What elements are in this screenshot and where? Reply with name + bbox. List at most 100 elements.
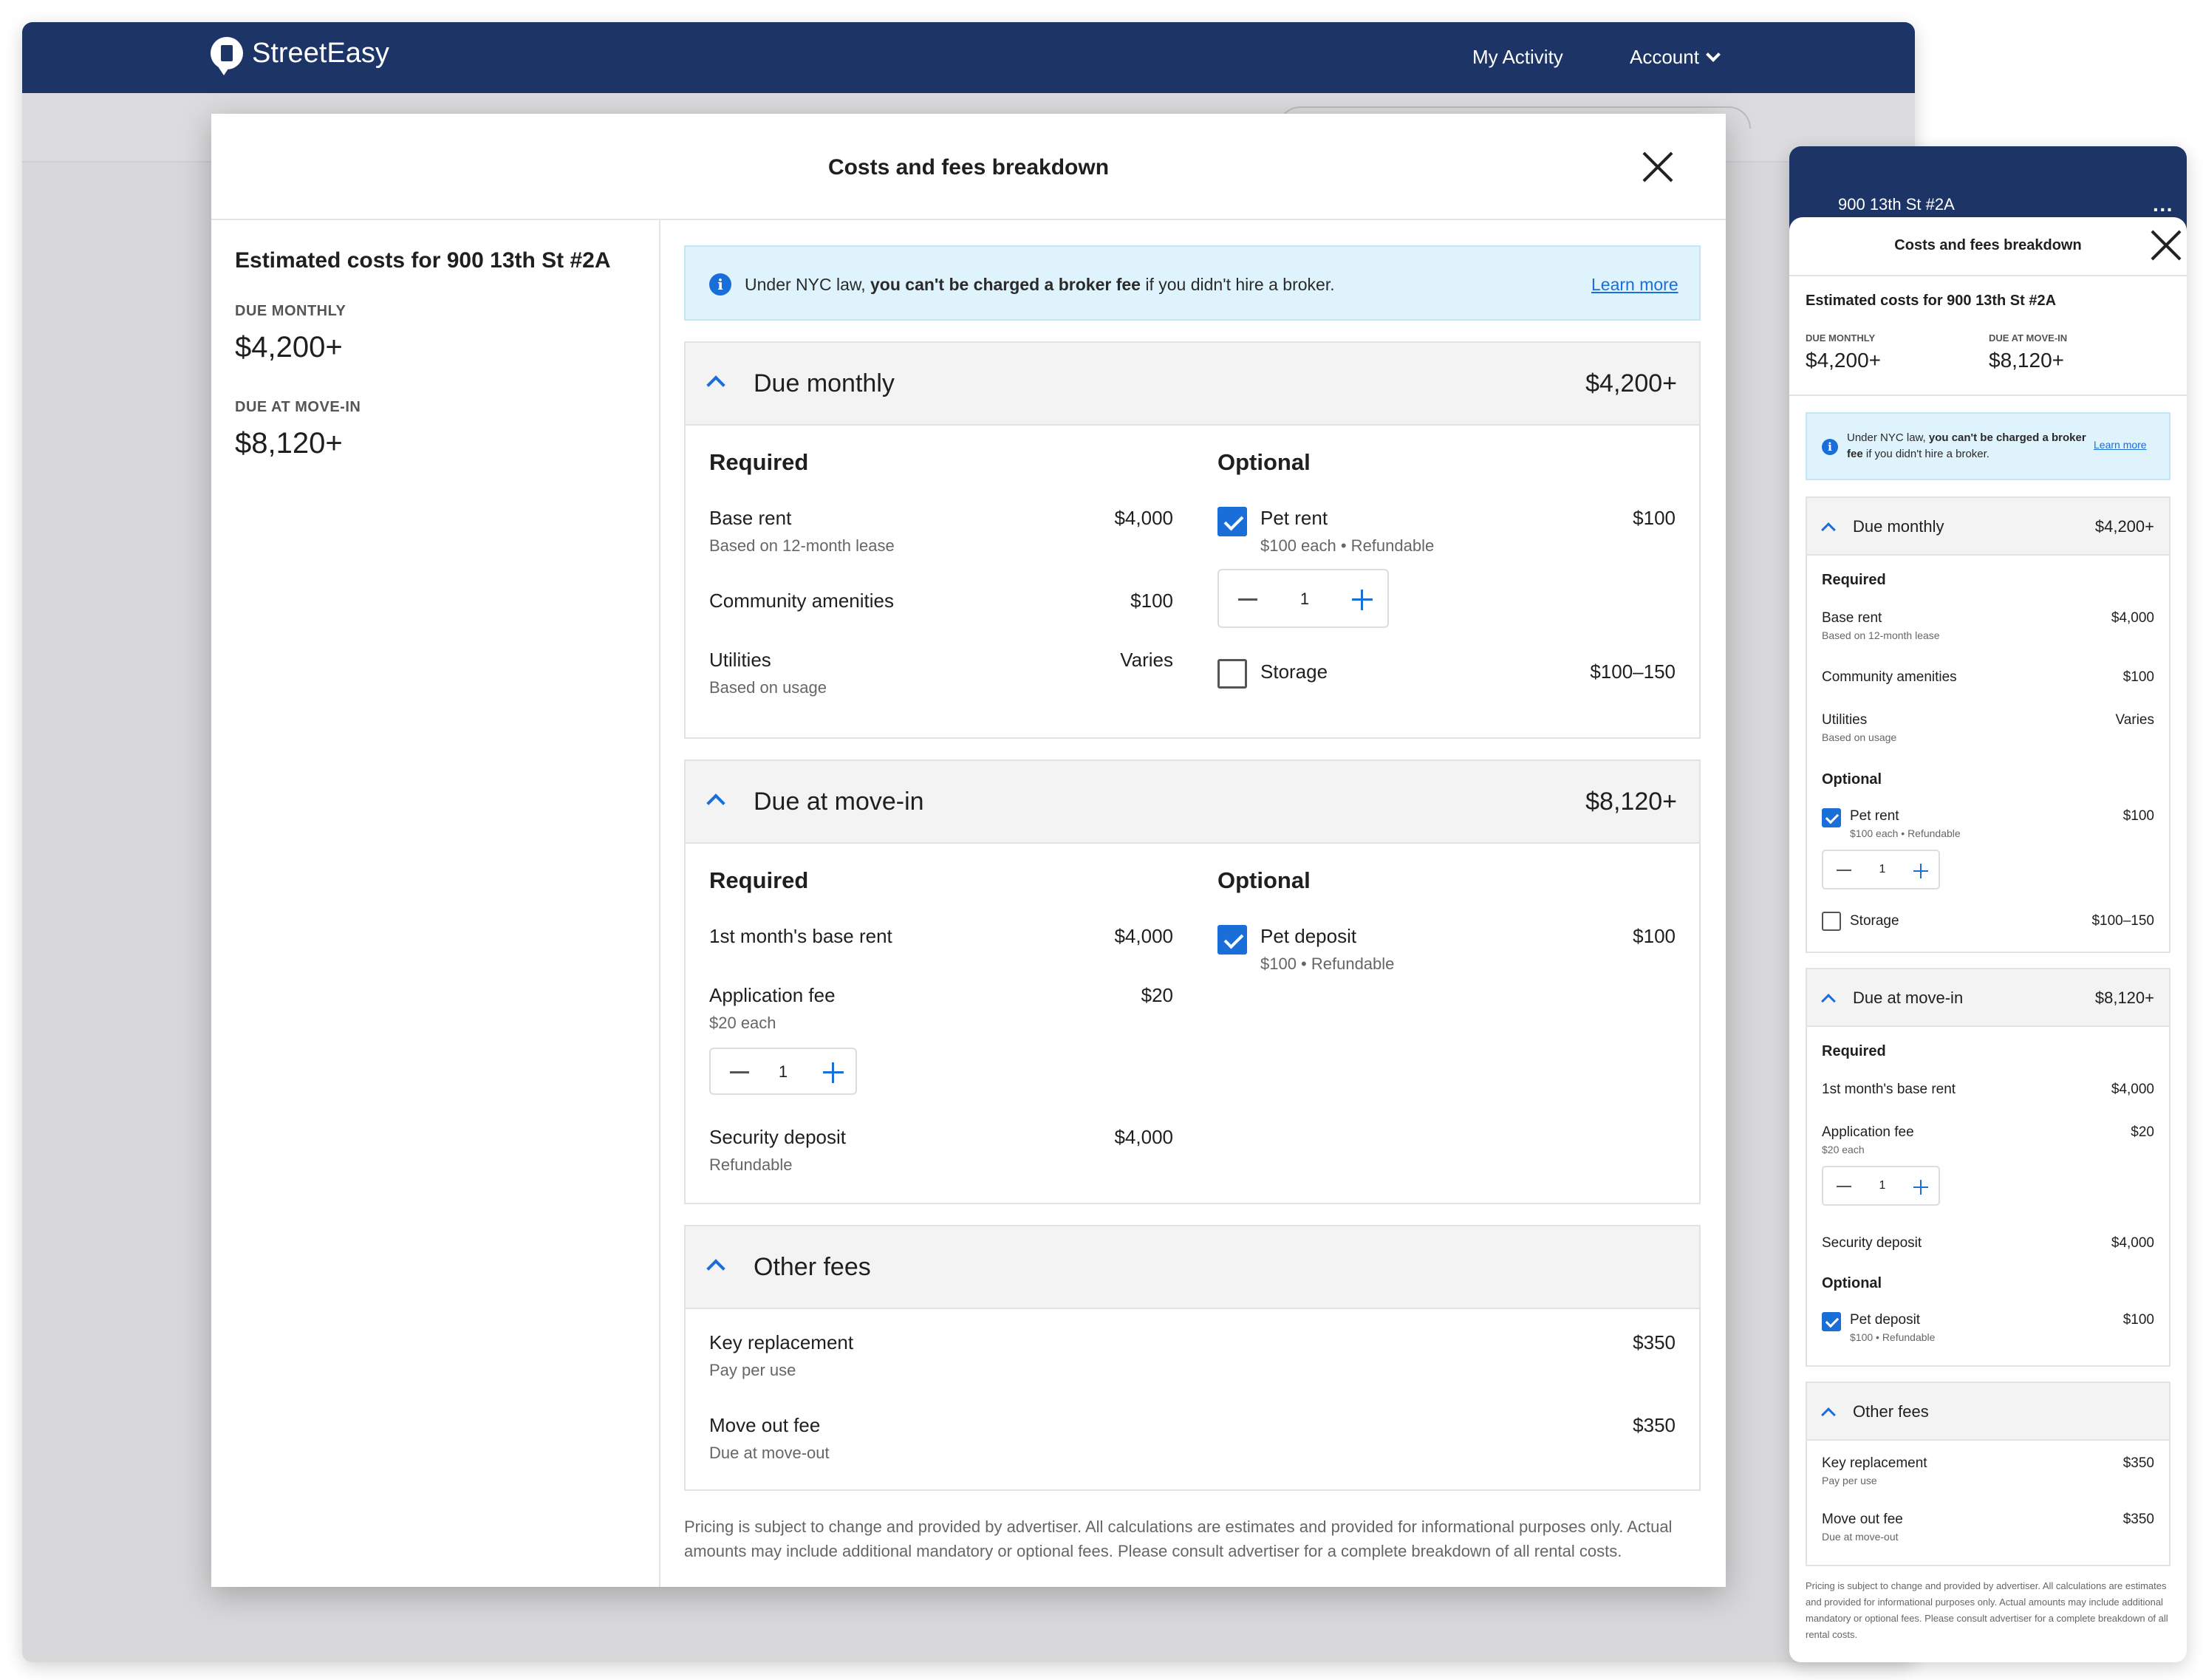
pet-deposit-checkbox[interactable] <box>1217 925 1247 955</box>
mobile-frame: ← 900 13th St #2A ··· Costs and fees bre… <box>1789 146 2187 1662</box>
item-amount: $100–150 <box>2091 913 2154 929</box>
storage-checkbox[interactable] <box>1822 912 1841 931</box>
due-monthly-label: DUE MONTHLY <box>235 303 346 319</box>
section-title: Other fees <box>754 1253 871 1281</box>
chevron-down-icon <box>1706 47 1721 62</box>
section-header-due-monthly[interactable]: Due monthly $4,200+ <box>686 343 1699 426</box>
pet-deposit-checkbox[interactable] <box>1822 1312 1841 1331</box>
modal-header: Costs and fees breakdown <box>211 114 1726 220</box>
item-name: Base rent <box>709 507 792 529</box>
close-icon[interactable] <box>2154 233 2178 257</box>
item-amount: $100 <box>2122 1312 2154 1328</box>
nav-account-label: Account <box>1630 46 1699 68</box>
item-name: Application fee <box>709 984 836 1006</box>
nav-my-activity[interactable]: My Activity <box>1472 46 1563 69</box>
estimate-title: Estimated costs for 900 13th St #2A <box>235 248 611 273</box>
learn-more-link[interactable]: Learn more <box>2094 439 2147 451</box>
optional-heading: Optional <box>1217 449 1311 475</box>
item-note: Due at move-out <box>709 1444 830 1462</box>
item-amount: $4,000 <box>2111 1082 2154 1097</box>
mobile-due-monthly-amount: $4,200+ <box>1806 349 1881 372</box>
increment-button[interactable] <box>1352 590 1373 610</box>
section-amount: $4,200+ <box>2094 517 2154 536</box>
item-note: $20 each <box>1822 1144 1865 1155</box>
banner-prefix: Under NYC law, <box>1847 431 1929 444</box>
info-icon: i <box>1822 439 1838 455</box>
item-amount: $4,000 <box>1114 507 1173 529</box>
item-name: Storage <box>1850 913 1899 929</box>
item-name: Pet rent <box>1260 507 1328 529</box>
chevron-up-icon <box>1821 994 1836 1008</box>
item-name: Move out fee <box>1822 1512 1903 1527</box>
item-amount: $350 <box>2122 1512 2154 1527</box>
broker-fee-banner: i Under NYC law, you can't be charged a … <box>684 245 1701 321</box>
section-header-due-movein[interactable]: Due at move-in $8,120+ <box>686 761 1699 844</box>
section-title: Other fees <box>1853 1402 1929 1421</box>
nav-account[interactable]: Account <box>1630 46 1721 69</box>
mobile-estimate-title: Estimated costs for 900 13th St #2A <box>1806 293 2057 309</box>
pet-rent-checkbox[interactable] <box>1217 507 1247 536</box>
item-name: Key replacement <box>709 1331 854 1353</box>
item-name: Pet deposit <box>1260 925 1357 947</box>
increment-button[interactable] <box>823 1062 844 1083</box>
increment-button[interactable] <box>1913 1180 1928 1195</box>
section-header-other-fees[interactable]: Other fees <box>686 1226 1699 1309</box>
divider <box>1789 395 2187 396</box>
item-note: Based on 12-month lease <box>709 536 895 555</box>
application-fee-quantity-stepper: 1 <box>709 1048 857 1095</box>
item-amount: $100 <box>1130 590 1173 612</box>
banner-bold: you can't be charged a broker fee <box>870 275 1141 294</box>
site-header: StreetEasy My Activity Account <box>22 22 1915 93</box>
chevron-up-icon <box>706 793 725 813</box>
item-note: Based on 12-month lease <box>1822 629 1940 641</box>
item-amount: $4,000 <box>2111 610 2154 626</box>
increment-button[interactable] <box>1913 864 1928 878</box>
chevron-up-icon <box>706 1259 725 1278</box>
banner-suffix: if you didn't hire a broker. <box>1140 275 1335 294</box>
summary-sidebar: Estimated costs for 900 13th St #2A DUE … <box>211 220 660 1587</box>
item-amount: $350 <box>1633 1414 1676 1436</box>
item-amount: $20 <box>1141 984 1173 1006</box>
item-name: Utilities <box>1822 712 1868 728</box>
brand-name: StreetEasy <box>252 37 389 69</box>
chevron-up-icon <box>1821 522 1836 537</box>
section-due-movein: Due at move-in $8,120+ Required Optional… <box>684 759 1701 1204</box>
section-amount: $8,120+ <box>2094 988 2154 1007</box>
section-title: Due at move-in <box>754 788 924 816</box>
streeteasy-logo[interactable]: StreetEasy <box>211 37 389 75</box>
mobile-due-movein-label: DUE AT MOVE-IN <box>1989 332 2068 344</box>
modal-title: Costs and fees breakdown <box>827 155 1110 180</box>
application-fee-quantity-stepper: 1 <box>1822 1166 1940 1206</box>
item-name: Move out fee <box>709 1414 821 1436</box>
close-icon[interactable] <box>1642 151 1674 183</box>
section-other-fees: Other fees Key replacement Pay per use $… <box>684 1225 1701 1491</box>
breakdown-content: i Under NYC law, you can't be charged a … <box>660 220 1726 1587</box>
required-heading: Required <box>709 449 809 475</box>
item-amount: $4,000 <box>2111 1235 2154 1251</box>
banner-text: Under NYC law, you can't be charged a br… <box>1847 430 2098 462</box>
required-heading: Required <box>1822 1043 1886 1059</box>
item-name: Pet deposit <box>1850 1312 1921 1328</box>
item-amount: $100–150 <box>1590 660 1676 683</box>
section-header-due-movein[interactable]: Due at move-in $8,120+ <box>1807 969 2169 1027</box>
mobile-sheet: Costs and fees breakdown Estimated costs… <box>1789 217 2187 1662</box>
chevron-up-icon <box>1821 1407 1836 1422</box>
banner-suffix: if you didn't hire a broker. <box>1862 448 1989 460</box>
storage-checkbox[interactable] <box>1217 659 1247 689</box>
item-name: Community amenities <box>1822 669 1957 685</box>
section-header-other-fees[interactable]: Other fees <box>1807 1383 2169 1441</box>
section-header-due-monthly[interactable]: Due monthly $4,200+ <box>1807 498 2169 556</box>
required-heading: Required <box>1822 572 1886 588</box>
item-note: $100 each • Refundable <box>1260 536 1435 555</box>
banner-prefix: Under NYC law, <box>745 275 871 294</box>
item-amount: $100 <box>2122 808 2154 824</box>
item-amount: Varies <box>1120 649 1173 671</box>
item-name: Security deposit <box>1822 1235 1922 1251</box>
item-amount: $20 <box>2131 1124 2154 1140</box>
chevron-up-icon <box>706 375 725 395</box>
item-amount: $100 <box>1633 925 1676 947</box>
learn-more-link[interactable]: Learn more <box>1591 275 1678 295</box>
item-name: Community amenities <box>709 590 894 612</box>
pet-rent-checkbox[interactable] <box>1822 808 1841 827</box>
section-due-monthly: Due monthly $4,200+ Required Optional Ba… <box>684 341 1701 739</box>
